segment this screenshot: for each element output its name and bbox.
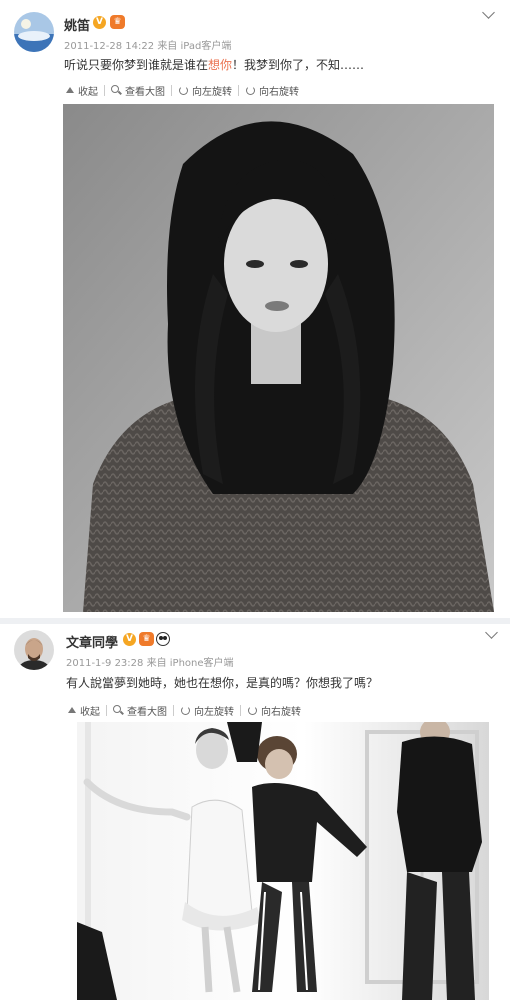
rotate-right-icon	[247, 705, 258, 716]
post-photo[interactable]	[63, 104, 494, 612]
post-from: 来自	[146, 658, 167, 669]
post-content: 听说只要你梦到谁就是谁在想你！我梦到你了，不知……	[64, 56, 364, 73]
rotate-left-label: 向左旋转	[192, 86, 232, 98]
collapse-icon	[64, 85, 75, 96]
view-large-label: 查看大图	[127, 706, 167, 718]
divider	[171, 84, 172, 96]
collapse-button[interactable]: 收起	[66, 703, 100, 718]
chevron-down-icon[interactable]	[482, 6, 495, 19]
weibo-post: 文章同學 V ♛ 2011-1-9 23:28 来自 iPhone客户端 有人說…	[0, 618, 510, 1000]
panda-icon	[156, 632, 170, 646]
rotate-right-label: 向右旋转	[259, 86, 299, 98]
image-toolbar: 收起 查看大图 向左旋转 向右旋转	[66, 700, 301, 720]
divider	[106, 704, 107, 716]
content-text: 听说只要你梦到谁就是谁在	[64, 58, 209, 72]
avatar[interactable]	[14, 12, 54, 52]
collapse-label: 收起	[78, 86, 98, 98]
image-toolbar: 收起 查看大图 向左旋转 向右旋转	[64, 80, 299, 100]
divider	[240, 704, 241, 716]
username[interactable]: 文章同學	[66, 632, 118, 651]
crown-icon: ♛	[139, 632, 154, 646]
post-meta: 2011-12-28 14:22 来自 iPad客户端	[64, 37, 231, 52]
content-text: 有人說當夢到她時，她也在想你，是真的嗎？你想我了嗎？	[66, 676, 379, 690]
divider	[104, 84, 105, 96]
crown-icon: ♛	[110, 15, 125, 29]
rotate-right-label: 向右旋转	[261, 706, 301, 718]
zoom-icon	[111, 84, 122, 96]
content-text-tail: ！我梦到你了，不知……	[232, 58, 365, 72]
post-source[interactable]: iPhone客户端	[170, 658, 234, 669]
avatar[interactable]	[14, 630, 54, 670]
post-photo[interactable]	[77, 722, 489, 1000]
post-from: 来自	[157, 41, 178, 52]
content-highlight[interactable]: 想你	[208, 58, 232, 72]
verified-badge: V	[93, 16, 106, 29]
rotate-left-button[interactable]: 向左旋转	[180, 703, 234, 718]
rotate-left-icon	[180, 705, 191, 716]
rotate-right-button[interactable]: 向右旋转	[245, 83, 299, 98]
rotate-left-icon	[178, 85, 189, 96]
post-meta: 2011-1-9 23:28 来自 iPhone客户端	[66, 654, 234, 669]
post-source[interactable]: iPad客户端	[181, 41, 232, 52]
username[interactable]: 姚笛	[64, 15, 90, 34]
verified-badge: V	[123, 633, 136, 646]
post-content: 有人說當夢到她時，她也在想你，是真的嗎？你想我了嗎？	[66, 674, 378, 691]
collapse-button[interactable]: 收起	[64, 83, 98, 98]
post-date[interactable]: 2011-12-28 14:22	[64, 41, 154, 52]
rotate-left-button[interactable]: 向左旋转	[178, 83, 232, 98]
divider	[173, 704, 174, 716]
weibo-post: 姚笛 V ♛ 2011-12-28 14:22 来自 iPad客户端 听说只要你…	[0, 0, 510, 618]
rotate-right-icon	[245, 85, 256, 96]
rotate-left-label: 向左旋转	[194, 706, 234, 718]
rotate-right-button[interactable]: 向右旋转	[247, 703, 301, 718]
view-large-button[interactable]: 查看大图	[111, 83, 165, 98]
collapse-label: 收起	[80, 706, 100, 718]
zoom-icon	[113, 704, 124, 716]
post-date[interactable]: 2011-1-9 23:28	[66, 658, 143, 669]
divider	[238, 84, 239, 96]
chevron-down-icon[interactable]	[485, 626, 498, 639]
view-large-button[interactable]: 查看大图	[113, 703, 167, 718]
collapse-icon	[66, 705, 77, 716]
view-large-label: 查看大图	[125, 86, 165, 98]
